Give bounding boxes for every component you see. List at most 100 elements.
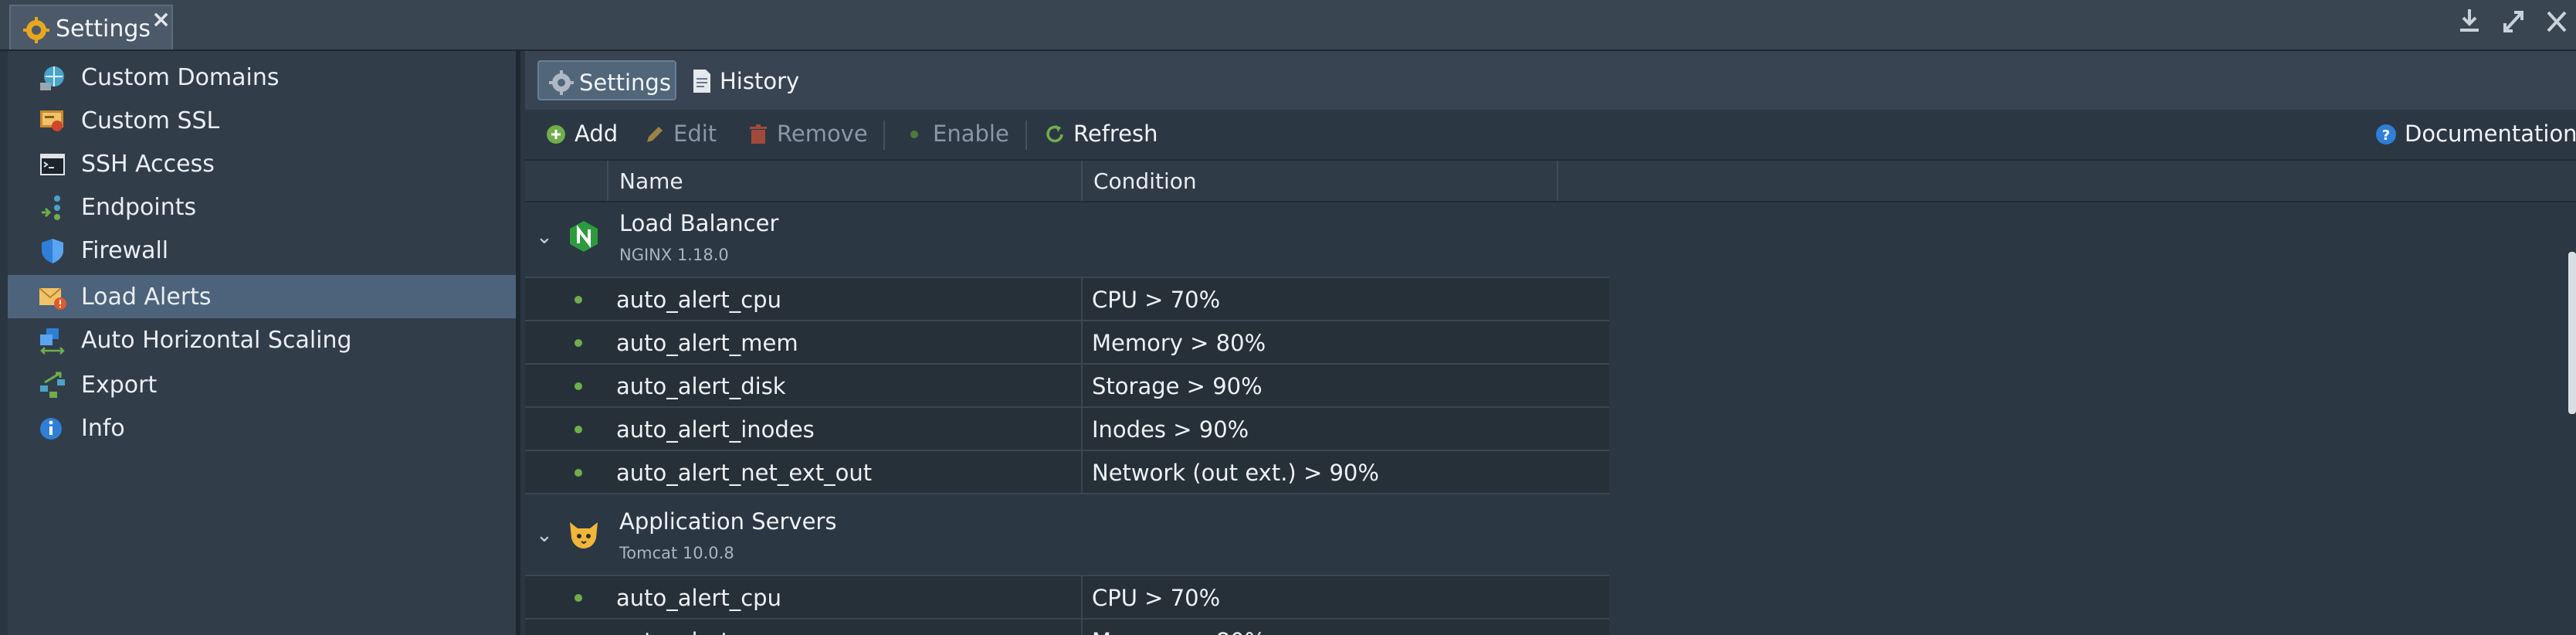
group-version: NGINX 1.18.0 <box>619 246 729 264</box>
status-dot-icon <box>575 382 582 390</box>
documentation-label: Documentation <box>2405 121 2576 147</box>
sidebar-item-export[interactable]: Export <box>8 363 516 406</box>
table-row[interactable]: auto_alert_mem Memory > 80% <box>525 618 1609 635</box>
table-row[interactable]: auto_alert_cpu CPU > 70% <box>525 575 1609 620</box>
sidebar-item-info[interactable]: Info <box>8 406 516 450</box>
table-row[interactable]: auto_alert_mem Memory > 80% <box>525 320 1609 365</box>
download-icon[interactable] <box>2459 8 2480 34</box>
row-condition: CPU > 70% <box>1092 585 1221 611</box>
row-condition: Network (out ext.) > 90% <box>1092 460 1379 486</box>
row-condition: Storage > 90% <box>1092 373 1263 399</box>
scaling-icon <box>40 328 65 355</box>
group-load-balancer[interactable]: ⌄ Load Balancer NGINX 1.18.0 <box>525 202 2576 277</box>
sidebar-item-ssh-access[interactable]: SSH Access <box>8 142 516 185</box>
sidebar-item-label: Info <box>81 415 125 442</box>
sidebar-item-custom-ssl[interactable]: Custom SSL <box>8 99 516 142</box>
tab-history-label: History <box>720 68 800 94</box>
documentation-button[interactable]: ? Documentation <box>2375 121 2576 148</box>
group-application-servers[interactable]: ⌄ Application Servers Tomcat 10.0.8 <box>525 501 2576 575</box>
edit-label: Edit <box>673 121 717 147</box>
row-condition: Memory > 80% <box>1092 628 1266 635</box>
endpoints-icon <box>42 195 60 220</box>
refresh-button[interactable]: Refresh <box>1044 121 1160 148</box>
table-row[interactable]: auto_alert_cpu CPU > 70% <box>525 277 1609 321</box>
chevron-down-icon[interactable]: ⌄ <box>536 524 553 547</box>
enable-button[interactable]: Enable <box>903 121 1009 148</box>
vertical-scrollbar[interactable] <box>2568 252 2576 414</box>
enable-label: Enable <box>933 121 1009 147</box>
sidebar-item-label: Endpoints <box>81 194 197 221</box>
table-header: Name Condition <box>525 161 2576 202</box>
sidebar-item-load-alerts[interactable]: Load Alerts <box>8 275 516 318</box>
ssl-certificate-icon <box>40 110 63 131</box>
remove-button[interactable]: Remove <box>747 121 868 148</box>
group-name: Application Servers <box>619 508 837 535</box>
row-name: auto_alert_disk <box>616 373 786 399</box>
table-row[interactable]: auto_alert_net_ext_out Network (out ext.)… <box>525 450 1609 494</box>
tomcat-icon <box>570 522 598 548</box>
subtab-bar: Settings History <box>525 51 2576 110</box>
info-icon <box>40 418 62 440</box>
window-tab-title: Settings <box>56 15 151 42</box>
add-button[interactable]: Add <box>545 121 622 148</box>
sidebar-item-label: Custom SSL <box>81 107 220 134</box>
chevron-down-icon[interactable]: ⌄ <box>536 226 553 249</box>
add-icon <box>547 125 565 144</box>
help-icon: ? <box>2376 124 2396 144</box>
tab-history[interactable]: History <box>680 60 803 100</box>
close-tab-icon[interactable]: × <box>151 6 171 33</box>
group-version: Tomcat 10.0.8 <box>619 544 734 562</box>
row-condition: Memory > 80% <box>1092 330 1266 356</box>
status-dot-icon <box>575 296 582 304</box>
gear-icon <box>549 70 574 95</box>
globe-icon <box>40 66 64 90</box>
settings-window-tab[interactable]: Settings × <box>9 5 173 49</box>
expand-icon[interactable] <box>2502 8 2525 34</box>
export-icon <box>40 372 65 398</box>
toolbar-separator <box>883 121 885 150</box>
toolbar-separator <box>1025 121 1027 150</box>
status-dot-icon <box>575 469 582 477</box>
gear-icon <box>23 17 49 43</box>
sidebar-item-firewall[interactable]: Firewall <box>8 229 516 272</box>
document-icon <box>693 70 710 93</box>
table-row[interactable]: auto_alert_inodes Inodes > 90% <box>525 406 1609 451</box>
remove-label: Remove <box>777 121 868 147</box>
status-dot-icon <box>575 594 582 602</box>
sidebar-item-label: Auto Horizontal Scaling <box>81 327 352 354</box>
toolbar: Add Edit Remove Enable Refresh ? Documen… <box>525 110 2576 161</box>
sidebar-item-label: Load Alerts <box>81 284 212 311</box>
sidebar-item-label: Custom Domains <box>81 64 280 91</box>
alert-envelope-icon <box>39 287 66 310</box>
row-name: auto_alert_cpu <box>616 585 781 611</box>
main-panel: Settings History Add Edit Remove Enable … <box>525 51 2576 635</box>
status-dot-icon <box>575 339 582 347</box>
shield-icon <box>42 239 63 263</box>
row-name: auto_alert_mem <box>616 330 798 356</box>
row-name: auto_alert_net_ext_out <box>616 460 873 486</box>
tab-settings[interactable]: Settings <box>537 60 676 100</box>
sidebar-item-endpoints[interactable]: Endpoints <box>8 185 516 229</box>
header-spacer <box>525 161 608 201</box>
status-dot-icon <box>910 131 918 138</box>
column-header-condition[interactable]: Condition <box>1083 161 1558 201</box>
edit-button[interactable]: Edit <box>644 121 721 148</box>
tab-settings-label: Settings <box>579 70 671 96</box>
trash-icon <box>750 124 767 144</box>
sidebar-item-auto-horizontal-scaling[interactable]: Auto Horizontal Scaling <box>8 318 516 362</box>
group-name: Load Balancer <box>619 210 779 236</box>
terminal-icon <box>40 154 65 175</box>
sidebar-item-custom-domains[interactable]: Custom Domains <box>8 56 516 99</box>
close-window-icon[interactable] <box>2545 8 2568 34</box>
row-name: auto_alert_cpu <box>616 287 781 313</box>
row-condition: CPU > 70% <box>1092 287 1221 313</box>
status-dot-icon <box>575 426 582 433</box>
sidebar-item-label: Firewall <box>81 237 169 264</box>
table-row[interactable]: auto_alert_disk Storage > 90% <box>525 363 1609 408</box>
svg-text:?: ? <box>2382 127 2390 144</box>
row-condition: Inodes > 90% <box>1092 416 1249 443</box>
add-label: Add <box>575 121 619 147</box>
column-header-name[interactable]: Name <box>608 161 1083 201</box>
alerts-table: Name Condition ⌄ Load Balancer NGINX 1.1… <box>525 161 2576 635</box>
pencil-icon <box>647 127 663 142</box>
